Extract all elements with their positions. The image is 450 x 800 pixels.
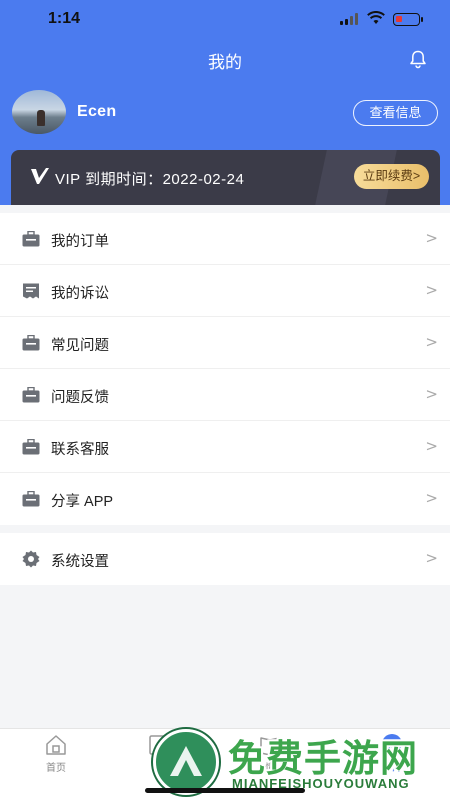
view-info-button[interactable]: 查看信息 [353,100,438,126]
menu-group-main: 我的订单 > 我的诉讼 > 常见问题 > 问题反馈 > 联系客服 > 分享 AP… [0,213,450,525]
menu-item-my-orders[interactable]: 我的订单 > [0,213,450,265]
briefcase-icon [22,387,40,403]
menu-item-label: 问题反馈 [51,390,109,406]
menu-item-label: 我的诉讼 [51,286,109,302]
menu-item-system-settings[interactable]: 系统设置 > [0,533,450,585]
menu-item-feedback[interactable]: 问题反馈 > [0,369,450,421]
tab-label: 首页 [46,763,66,774]
vip-expiry-text: VIP 到期时间：2022-02-24 [55,171,245,188]
briefcase-icon [22,335,40,351]
briefcase-icon [22,439,40,455]
chevron-right-icon: > [425,549,438,567]
menu-item-label: 常见问题 [51,338,109,354]
menu-item-label: 系统设置 [51,554,109,570]
home-indicator [145,788,305,793]
chevron-right-icon: > [425,385,438,403]
page-title: 我的 [208,53,242,72]
menu-item-label: 联系客服 [51,442,109,458]
menu-item-faq[interactable]: 常见问题 > [0,317,450,369]
vip-card: VIP 到期时间：2022-02-24 立即续费> [11,150,440,205]
bell-icon[interactable] [408,49,428,69]
briefcase-icon [22,491,40,507]
watermark-title: 免费手游网 [228,738,418,779]
briefcase-icon [22,231,40,247]
tab-home[interactable]: 首页 [21,734,91,774]
home-icon [46,735,66,755]
renew-button[interactable]: 立即续费> [354,164,429,189]
menu-group-settings: 系统设置 > [0,533,450,585]
menu-item-label: 分享 APP [51,494,114,510]
menu-item-contact-support[interactable]: 联系客服 > [0,421,450,473]
document-icon [23,283,39,299]
vip-v-icon [31,168,49,184]
chevron-right-icon: > [425,281,438,299]
gear-icon [22,550,40,568]
chevron-right-icon: > [425,489,438,507]
chevron-right-icon: > [425,437,438,455]
status-time: 1:14 [48,10,81,27]
chevron-right-icon: > [425,229,438,247]
wifi-icon [367,11,385,24]
battery-icon [393,13,423,26]
username: Ecen [77,103,117,120]
chevron-right-icon: > [425,333,438,351]
avatar[interactable] [12,90,66,134]
menu-item-share-app[interactable]: 分享 APP > [0,473,450,525]
menu-item-label: 我的订单 [51,234,109,250]
status-bar: 1:14 [0,0,450,40]
signal-icon [340,13,360,25]
watermark-logo [153,729,219,795]
menu-item-my-lawsuits[interactable]: 我的诉讼 > [0,265,450,317]
